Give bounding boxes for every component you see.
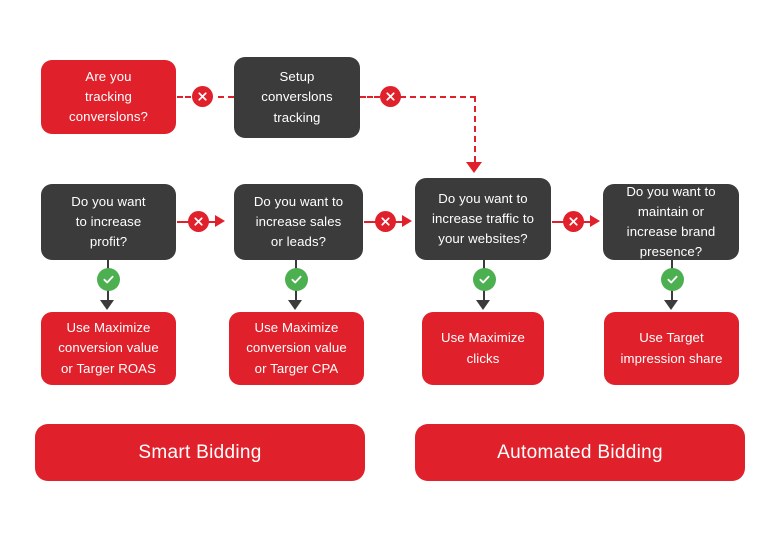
- x-mark-icon: [188, 211, 209, 232]
- node-tracking-question-label: Are you tracking converslons?: [69, 68, 148, 125]
- banner-smart-bidding[interactable]: Smart Bidding: [35, 424, 365, 481]
- x-mark-icon: [380, 86, 401, 107]
- node-tracking-question[interactable]: Are you tracking converslons?: [41, 60, 176, 134]
- arrowhead-down-result-4: [664, 300, 678, 310]
- node-result-target-impression-share[interactable]: Use Target impression share: [604, 312, 739, 385]
- check-mark-icon: [97, 268, 120, 291]
- node-increase-traffic[interactable]: Do you want to increase traffic to your …: [415, 178, 551, 260]
- arrowhead-down-result-3: [476, 300, 490, 310]
- node-increase-sales[interactable]: Do you want to increase sales or leads?: [234, 184, 363, 260]
- node-increase-profit-label: Do you want to increase profit?: [71, 193, 146, 250]
- node-increase-profit[interactable]: Do you want to increase profit?: [41, 184, 176, 260]
- check-mark-icon: [285, 268, 308, 291]
- arrowhead-down-result-1: [100, 300, 114, 310]
- x-mark-icon: [563, 211, 584, 232]
- banner-smart-bidding-label: Smart Bidding: [138, 441, 262, 463]
- node-result-maximize-conversion-value-cpa[interactable]: Use Maximize conversion value or Targer …: [229, 312, 364, 385]
- node-increase-traffic-label: Do you want to increase traffic to your …: [431, 190, 535, 247]
- node-increase-sales-label: Do you want to increase sales or leads?: [253, 193, 344, 250]
- flowchart-canvas: Are you tracking converslons? Setup conv…: [0, 0, 779, 541]
- node-setup-tracking-label: Setup converslons tracking: [261, 69, 333, 125]
- node-setup-tracking[interactable]: Setup converslons tracking: [234, 57, 360, 138]
- x-mark-icon: [192, 86, 213, 107]
- arrowhead-right-to-brand: [590, 215, 600, 227]
- node-result-2-label: Use Maximize conversion value or Targer …: [246, 320, 347, 376]
- arrowhead-right-to-traffic: [402, 215, 412, 227]
- arrowhead-down-result-2: [288, 300, 302, 310]
- arrowhead-right-to-sales: [215, 215, 225, 227]
- check-mark-icon: [661, 268, 684, 291]
- banner-automated-bidding[interactable]: Automated Bidding: [415, 424, 745, 481]
- connector-badge3-to-arrow: [208, 221, 215, 223]
- connector-badge1-to-setup: [218, 96, 234, 98]
- connector-corner-down-to-traffic: [474, 96, 476, 162]
- node-result-4-label: Use Target impression share: [620, 330, 723, 366]
- arrowhead-down-to-traffic: [466, 162, 482, 173]
- node-result-maximize-conversion-value-roas[interactable]: Use Maximize conversion value or Targer …: [41, 312, 176, 385]
- x-mark-icon: [375, 211, 396, 232]
- node-brand-presence[interactable]: Do you want to maintain or increase bran…: [603, 184, 739, 260]
- connector-badge5-to-arrow: [583, 221, 590, 223]
- check-mark-icon: [473, 268, 496, 291]
- node-result-maximize-clicks[interactable]: Use Maximize clicks: [422, 312, 544, 385]
- node-result-1-label: Use Maximize conversion value or Targer …: [58, 320, 159, 376]
- connector-setup-to-badge2: [360, 96, 380, 98]
- node-result-3-label: Use Maximize clicks: [440, 330, 525, 366]
- connector-badge4-to-arrow: [395, 221, 402, 223]
- node-brand-presence-label: Do you want to maintain or increase bran…: [626, 183, 716, 260]
- connector-badge2-to-corner: [400, 96, 476, 98]
- banner-automated-bidding-label: Automated Bidding: [497, 441, 663, 463]
